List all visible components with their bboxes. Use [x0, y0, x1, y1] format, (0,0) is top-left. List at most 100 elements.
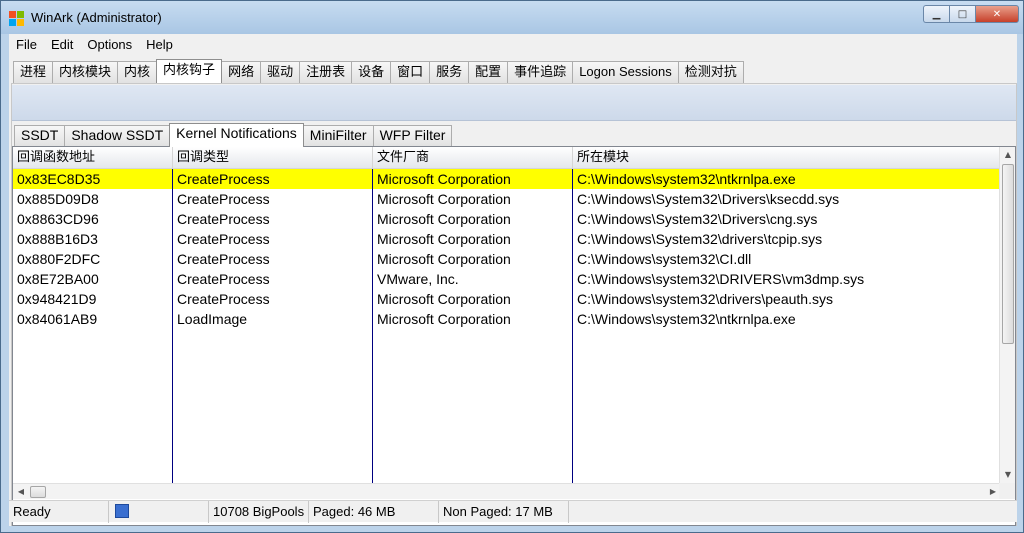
cell-address: 0x83EC8D35 [17, 171, 101, 187]
toolbar-area [12, 85, 1016, 121]
cell-vendor: Microsoft Corporation [377, 211, 511, 227]
cell-type: CreateProcess [177, 211, 270, 227]
main-tab-9[interactable]: 服务 [429, 61, 470, 83]
cell-type: CreateProcess [177, 271, 270, 287]
caption-buttons: ▁ □ ✕ [923, 5, 1019, 23]
main-tab-0[interactable]: 进程 [13, 61, 54, 83]
cell-module: C:\Windows\system32\ntkrnlpa.exe [577, 311, 796, 327]
status-empty-pane [569, 501, 1017, 523]
column-header-2[interactable]: 文件厂商 [373, 147, 573, 169]
status-indicator-icon [115, 504, 129, 519]
scroll-up-icon[interactable]: ▲ [1000, 147, 1015, 163]
cell-address: 0x84061AB9 [17, 311, 98, 327]
table-row[interactable]: 0x888B16D3 CreateProcess Microsoft Corpora… [13, 229, 1001, 249]
main-tab-panel: SSDT Shadow SSDT Kernel Notifications MiniF… [11, 83, 1017, 526]
cell-type: LoadImage [177, 311, 248, 327]
menu-bar: File Edit Options Help [9, 34, 1017, 54]
cell-vendor: Microsoft Corporation [377, 291, 511, 307]
cell-type: CreateProcess [177, 251, 270, 267]
windows-logo-icon [9, 11, 25, 27]
cell-vendor: VMware, Inc. [377, 271, 459, 287]
app-window: WinArk (Administrator) ▁ □ ✕ File Edit Opt… [0, 0, 1024, 533]
close-button[interactable]: ✕ [975, 5, 1019, 23]
cell-vendor: Microsoft Corporation [377, 191, 511, 207]
minimize-button[interactable]: ▁ [923, 5, 949, 23]
menu-item-3[interactable]: Help [139, 37, 180, 52]
table-row[interactable]: 0x948421D9 CreateProcess Microsoft Corpora… [13, 289, 1001, 309]
sub-tab-2[interactable]: Kernel Notifications [169, 123, 304, 147]
status-nonpaged: Non Paged: 17 MB [439, 501, 569, 523]
horizontal-scroll-thumb[interactable] [30, 486, 46, 498]
horizontal-scrollbar[interactable]: ◀ ▶ [13, 483, 1001, 499]
callback-list[interactable]: 回调函数地址 回调类型 文件厂商 所在模块 0x83EC8D35 CreateProce… [12, 146, 1016, 526]
menu-item-0[interactable]: File [9, 37, 44, 52]
column-header-3[interactable]: 所在模块 [573, 147, 1001, 169]
table-row[interactable]: 0x885D09D8 CreateProcess Microsoft Corpora… [13, 189, 1001, 209]
maximize-button[interactable]: □ [949, 5, 975, 23]
window-title: WinArk (Administrator) [31, 10, 162, 25]
sub-tab-3[interactable]: MiniFilter [302, 125, 374, 146]
cell-module: C:\Windows\System32\drivers\tcpip.sys [577, 231, 823, 247]
scroll-corner [999, 483, 1015, 499]
sub-tab-4[interactable]: WFP Filter [372, 125, 453, 146]
table-row[interactable]: 0x880F2DFC CreateProcess Microsoft Corpora… [13, 249, 1001, 269]
menu-item-2[interactable]: Options [80, 37, 139, 52]
main-tab-7[interactable]: 设备 [351, 61, 392, 83]
status-bigpools: 10708 BigPools [209, 501, 309, 523]
table-row[interactable]: 0x8E72BA00 CreateProcess VMware, Inc. C:\Wi… [13, 269, 1001, 289]
main-tab-6[interactable]: 注册表 [299, 61, 353, 83]
cell-address: 0x880F2DFC [17, 251, 101, 267]
cell-module: C:\Windows\System32\Drivers\cng.sys [577, 211, 818, 227]
column-header-0[interactable]: 回调函数地址 [13, 147, 173, 169]
table-row[interactable]: 0x84061AB9 LoadImage Microsoft Corporation… [13, 309, 1001, 329]
status-ready: Ready [9, 501, 109, 523]
cell-address: 0x885D09D8 [17, 191, 99, 207]
title-bar[interactable]: WinArk (Administrator) ▁ □ ✕ [1, 1, 1023, 34]
scroll-down-icon[interactable]: ▼ [1000, 467, 1015, 483]
cell-type: CreateProcess [177, 191, 270, 207]
cell-vendor: Microsoft Corporation [377, 311, 511, 327]
cell-vendor: Microsoft Corporation [377, 171, 511, 187]
main-tab-8[interactable]: 窗口 [390, 61, 431, 83]
cell-module: C:\Windows\system32\DRIVERS\vm3dmp.sys [577, 271, 865, 287]
main-tab-strip: 进程 内核模块 内核 内核钩子 网络 驱动 注册表 设备 窗口 服务 配置 事件追踪 Logon Ses… [13, 59, 744, 83]
cell-module: C:\Windows\system32\CI.dll [577, 251, 752, 267]
status-bar: Ready 10708 BigPools Paged: 46 MB Non Pa… [9, 500, 1017, 523]
main-tab-3[interactable]: 内核钩子 [156, 59, 223, 83]
column-divider [572, 169, 573, 483]
main-tab-1[interactable]: 内核模块 [52, 61, 119, 83]
column-divider [372, 169, 373, 483]
cell-module: C:\Windows\system32\drivers\peauth.sys [577, 291, 833, 307]
table-row[interactable]: 0x83EC8D35 CreateProcess Microsoft Corpora… [13, 169, 1001, 189]
cell-vendor: Microsoft Corporation [377, 251, 511, 267]
status-indicator-pane [109, 501, 209, 523]
cell-address: 0x888B16D3 [17, 231, 98, 247]
scroll-left-icon[interactable]: ◀ [13, 484, 29, 500]
cell-vendor: Microsoft Corporation [377, 231, 511, 247]
menu-item-1[interactable]: Edit [44, 37, 80, 52]
main-tab-5[interactable]: 驱动 [260, 61, 301, 83]
table-row[interactable]: 0x8863CD96 CreateProcess Microsoft Corpora… [13, 209, 1001, 229]
vertical-scrollbar[interactable]: ▲ ▼ [999, 147, 1015, 483]
main-tab-12[interactable]: Logon Sessions [572, 61, 679, 83]
column-divider [172, 169, 173, 483]
main-tab-13[interactable]: 检测对抗 [677, 61, 744, 83]
list-header: 回调函数地址 回调类型 文件厂商 所在模块 [13, 147, 1001, 169]
cell-address: 0x8863CD96 [17, 211, 99, 227]
list-rows: 0x83EC8D35 CreateProcess Microsoft Corpora… [13, 169, 1001, 487]
cell-module: C:\Windows\System32\Drivers\ksecdd.sys [577, 191, 840, 207]
cell-type: CreateProcess [177, 171, 270, 187]
sub-tab-0[interactable]: SSDT [14, 125, 66, 146]
main-tab-2[interactable]: 内核 [117, 61, 158, 83]
main-tab-4[interactable]: 网络 [221, 61, 262, 83]
sub-tab-1[interactable]: Shadow SSDT [64, 125, 171, 146]
column-header-1[interactable]: 回调类型 [173, 147, 373, 169]
cell-type: CreateProcess [177, 231, 270, 247]
main-tab-10[interactable]: 配置 [468, 61, 509, 83]
vertical-scroll-thumb[interactable] [1002, 164, 1014, 344]
sub-tab-strip: SSDT Shadow SSDT Kernel Notifications MiniF… [14, 123, 453, 147]
main-tab-11[interactable]: 事件追踪 [507, 61, 574, 83]
client-area: 进程 内核模块 内核 内核钩子 网络 驱动 注册表 设备 窗口 服务 配置 事件追踪 Logon Ses… [9, 54, 1017, 526]
status-paged: Paged: 46 MB [309, 501, 439, 523]
cell-address: 0x948421D9 [17, 291, 97, 307]
